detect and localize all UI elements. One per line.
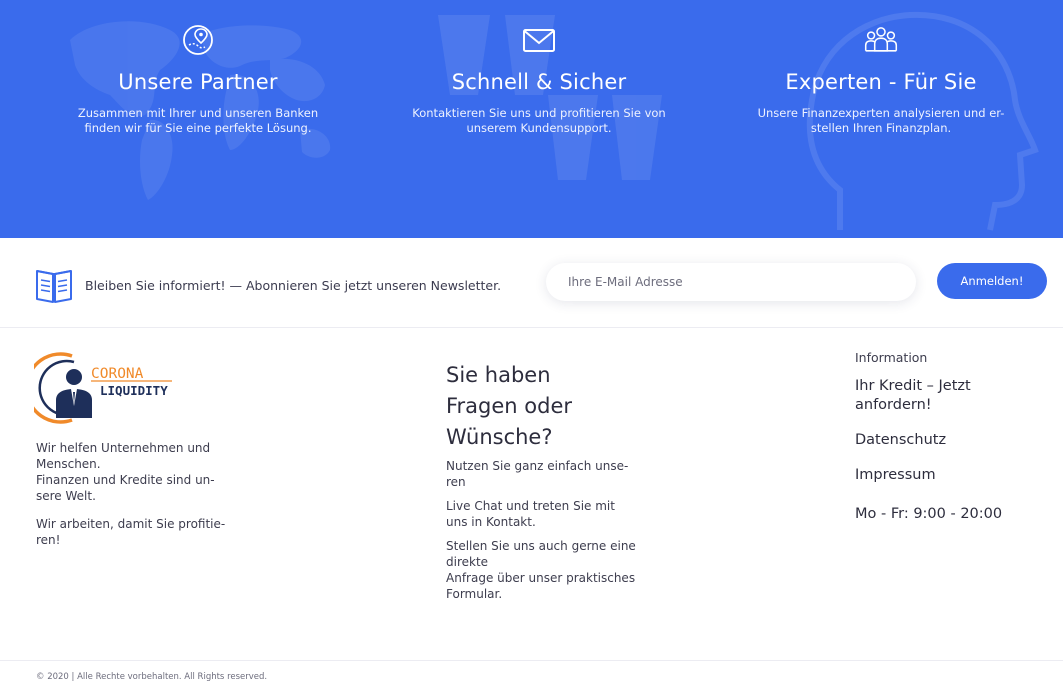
newsletter-bar: Bleiben Sie informiert! — Abonnieren Sie… — [0, 238, 1063, 328]
logo-word-liquidity: LIQUIDITY — [100, 383, 168, 398]
contact-paragraph: Nutzen Sie ganz einfach unse- ren — [446, 458, 646, 490]
contact-heading-line: Wünsche? — [446, 425, 553, 449]
copyright-text: © 2020 | Alle Rechte vorbehalten. All Ri… — [36, 672, 268, 682]
features-hero: Unsere Partner Zusammen mit Ihrer und un… — [0, 0, 1063, 238]
opening-hours: Mo - Fr: 9:00 - 20:00 — [855, 506, 1003, 522]
feature-text: Kontaktieren Sie uns und profitieren Sie… — [412, 106, 666, 135]
feature-text: Unsere Finanzexperten analysieren und er… — [757, 106, 1005, 135]
open-book-icon — [36, 270, 72, 303]
link-request-credit[interactable]: Ihr Kredit – Jetzt anfordern! — [855, 377, 1045, 415]
contact-line: Anfrage über unser praktisches — [446, 571, 636, 585]
about-line: Wir arbeiten, damit Sie profitie- — [36, 517, 226, 531]
about-paragraph: Wir helfen Unternehmen und Menschen. Fin… — [36, 440, 236, 504]
about-paragraph: Wir arbeiten, damit Sie profitie- ren! — [36, 516, 236, 548]
footer-bottom-bar: © 2020 | Alle Rechte vorbehalten. All Ri… — [0, 660, 1063, 687]
feature-partner: Unsere Partner Zusammen mit Ihrer und un… — [48, 22, 348, 136]
feature-text: Zusammen mit Ihrer und unseren Banken fi… — [77, 106, 319, 135]
contact-heading: Sie haben Fragen oder Wünsche? — [446, 360, 646, 453]
about-line: ren! — [36, 533, 61, 547]
map-pin-icon — [183, 25, 213, 55]
link-privacy[interactable]: Datenschutz — [855, 431, 1045, 450]
contact-paragraph: Stellen Sie uns auch gerne eine direkte … — [446, 538, 646, 602]
about-line: Finanzen und Kredite sind un- — [36, 473, 215, 487]
contact-line: direkte — [446, 555, 489, 569]
contact-line: Nutzen Sie ganz einfach unse- — [446, 459, 629, 473]
feature-experts: Experten - Für Sie Unsere Finanzexperten… — [731, 22, 1031, 136]
feature-fast-secure: Schnell & Sicher Kontaktieren Sie uns un… — [389, 22, 689, 136]
feature-title: Unsere Partner — [118, 70, 278, 94]
contact-line: Stellen Sie uns auch gerne eine — [446, 539, 636, 553]
contact-section: Sie haben Fragen oder Wünsche? Nutzen Si… — [446, 360, 646, 602]
information-section: Information Ihr Kredit – Jetzt anfordern… — [855, 350, 1045, 522]
envelope-icon — [523, 29, 555, 52]
contact-line: ren — [446, 475, 466, 489]
contact-paragraph: Live Chat und treten Sie mit uns in Kont… — [446, 498, 646, 530]
information-title: Information — [855, 350, 928, 365]
contact-line: Live Chat und treten Sie mit — [446, 499, 615, 513]
team-icon — [864, 27, 898, 52]
logo-word-corona: CORONA — [91, 366, 144, 382]
about-text: Wir helfen Unternehmen und Menschen. Fin… — [36, 440, 236, 560]
contact-line: Formular. — [446, 587, 503, 601]
feature-title: Experten - Für Sie — [785, 70, 977, 94]
about-line: sere Welt. — [36, 489, 96, 503]
about-line: Wir helfen Unternehmen und — [36, 441, 211, 455]
contact-heading-line: Sie haben — [446, 363, 551, 387]
logo-graphic: CORONA LIQUIDITY — [24, 352, 172, 424]
link-imprint[interactable]: Impressum — [855, 466, 1045, 485]
contact-line: uns in Kontakt. — [446, 515, 536, 529]
newsletter-text: Bleiben Sie informiert! — Abonnieren Sie… — [85, 278, 502, 293]
about-line: Menschen. — [36, 457, 101, 471]
feature-title: Schnell & Sicher — [451, 70, 627, 94]
email-input[interactable] — [546, 263, 916, 301]
corona-liquidity-logo[interactable]: CORONA LIQUIDITY — [24, 352, 184, 424]
contact-heading-line: Fragen oder — [446, 394, 573, 418]
subscribe-button[interactable]: Anmelden! — [937, 263, 1047, 299]
